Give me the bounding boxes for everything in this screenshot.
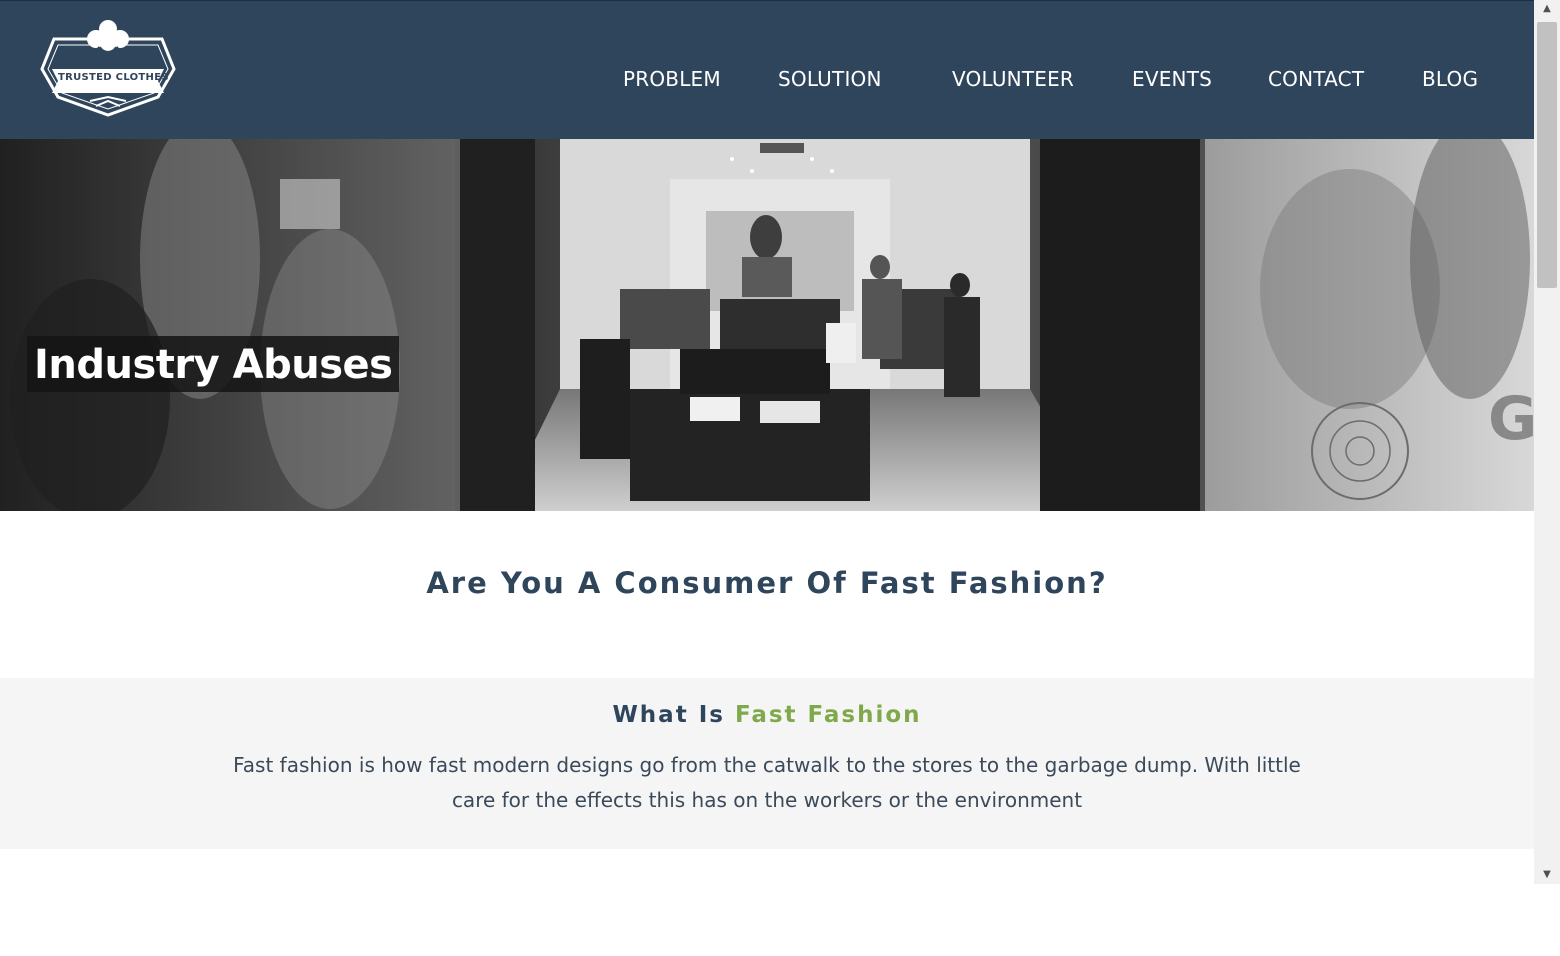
- page-viewport: TRUSTED CLOTHES PROBLEM SOLUTION VOLUNTE…: [0, 0, 1534, 884]
- what-body: Fast fashion is how fast modern designs …: [233, 753, 1301, 812]
- site-header: TRUSTED CLOTHES PROBLEM SOLUTION VOLUNTE…: [0, 0, 1534, 139]
- what-heading-prefix: What Is: [612, 702, 735, 728]
- scroll-thumb[interactable]: [1537, 22, 1557, 288]
- consumer-heading: Are You A Consumer Of Fast Fashion?: [426, 566, 1108, 600]
- what-is-fast-fashion-section: What Is Fast Fashion Fast fashion is how…: [0, 678, 1534, 849]
- main-nav: PROBLEM SOLUTION VOLUNTEER EVENTS CONTAC…: [0, 67, 1534, 97]
- trusted-clothes-logo[interactable]: TRUSTED CLOTHES: [38, 13, 178, 119]
- svg-text:G: G: [1488, 384, 1534, 454]
- nav-contact[interactable]: CONTACT: [1268, 67, 1364, 91]
- hero-store-image: G: [0, 139, 1534, 511]
- nav-blog[interactable]: BLOG: [1422, 67, 1478, 91]
- blank-area: [0, 884, 1560, 956]
- nav-solution[interactable]: SOLUTION: [778, 67, 882, 91]
- consumer-section: Are You A Consumer Of Fast Fashion?: [0, 511, 1534, 678]
- what-heading: What Is Fast Fashion: [0, 702, 1534, 728]
- nav-volunteer[interactable]: VOLUNTEER: [952, 67, 1074, 91]
- hero-title: Industry Abuses: [27, 336, 400, 392]
- hero-banner: G Industry Abuses: [0, 139, 1534, 511]
- vertical-scrollbar[interactable]: ▲ ▼: [1534, 0, 1560, 884]
- what-heading-accent: Fast Fashion: [734, 702, 922, 728]
- scroll-up-arrow-icon[interactable]: ▲: [1534, 0, 1560, 18]
- nav-events[interactable]: EVENTS: [1132, 67, 1212, 91]
- nav-problem[interactable]: PROBLEM: [623, 67, 721, 91]
- scroll-down-arrow-icon[interactable]: ▼: [1534, 866, 1560, 884]
